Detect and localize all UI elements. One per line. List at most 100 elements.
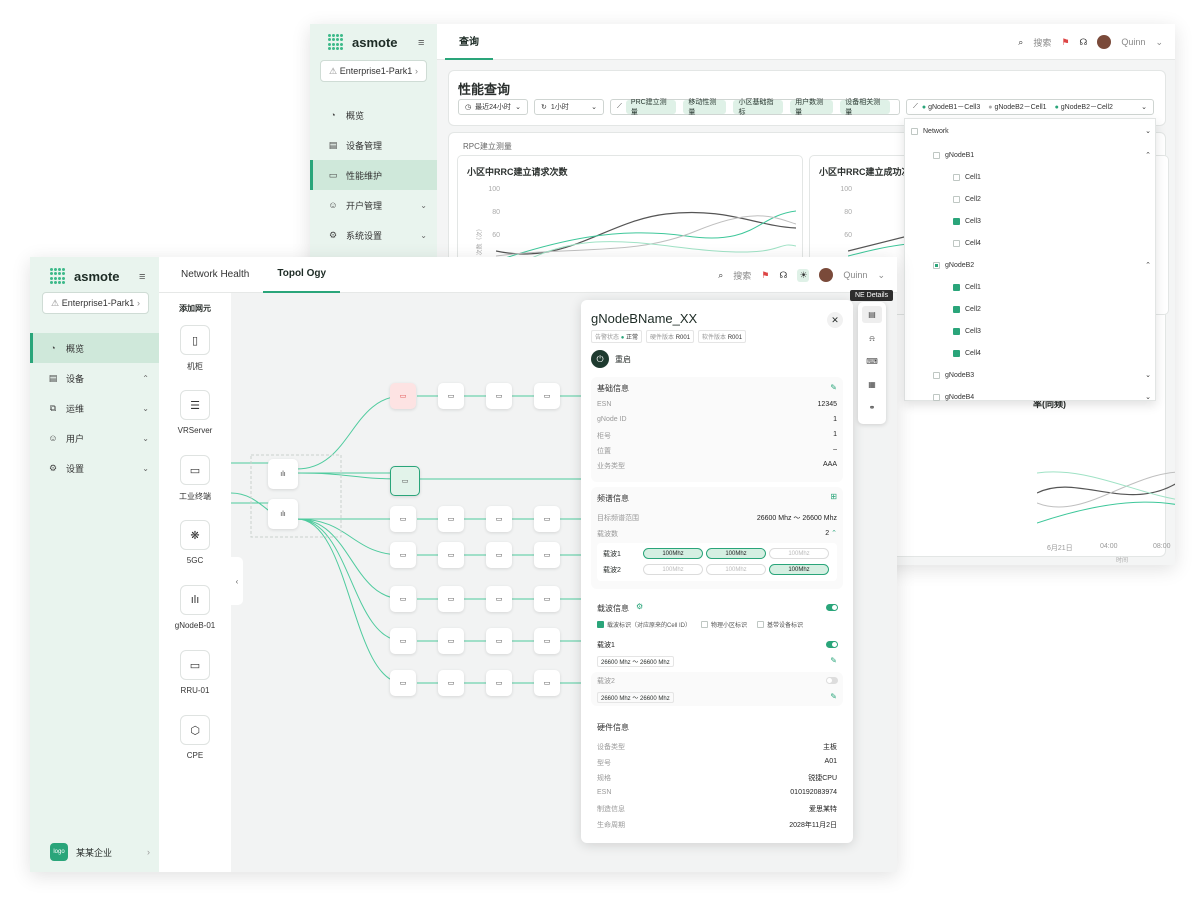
tree-cell[interactable]: Cell3 bbox=[953, 211, 981, 231]
tree-group[interactable]: gNodeB4 ⌄ bbox=[933, 387, 1151, 407]
rru-node[interactable]: ▭ bbox=[390, 383, 416, 409]
search-icon[interactable]: ⌕ bbox=[718, 270, 723, 281]
rru-node[interactable]: ▭ bbox=[390, 628, 416, 654]
restart-button[interactable]: ⏻ 重启 bbox=[591, 350, 631, 368]
gear-icon[interactable]: ⚙ bbox=[636, 602, 643, 611]
tree-cell[interactable]: Cell4 bbox=[953, 343, 981, 363]
bandwidth-pill[interactable]: 100Mhz bbox=[643, 548, 703, 559]
rru-node[interactable]: ▭ bbox=[390, 542, 416, 568]
tree-group[interactable]: gNodeB2 ⌃ bbox=[933, 255, 1151, 275]
chevron-down-icon[interactable]: ⌄ bbox=[877, 270, 885, 281]
tree-cell[interactable]: Cell1 bbox=[953, 167, 981, 187]
checkbox[interactable] bbox=[953, 239, 960, 247]
chart-icon[interactable]: ▦ bbox=[858, 373, 886, 396]
search-icon[interactable]: ⌕ bbox=[1018, 37, 1023, 48]
chevron-down-icon[interactable]: ⌄ bbox=[1145, 371, 1151, 379]
metric-select[interactable]: ⟋ PRC建立测量 移动性测量 小区基础指标 用户数测量 设备相关测量 bbox=[610, 99, 900, 116]
terminal-icon[interactable]: ⌨ bbox=[858, 350, 886, 373]
rru-node[interactable]: ▭ bbox=[390, 506, 416, 532]
tree-group[interactable]: gNodeB3 ⌄ bbox=[933, 365, 1151, 385]
alarm-icon[interactable]: ⚑ bbox=[761, 270, 769, 281]
checkbox[interactable] bbox=[757, 621, 765, 628]
rru-node[interactable]: ▭ bbox=[438, 670, 464, 696]
tree-cell[interactable]: Cell1 bbox=[953, 277, 981, 297]
rru-node[interactable]: ▭ bbox=[390, 586, 416, 612]
sidebar-item-1[interactable]: ▤ 设备 ⌃ bbox=[30, 363, 159, 393]
rru-node[interactable]: ▭ bbox=[438, 506, 464, 532]
topology-icon[interactable]: ⚭ bbox=[858, 396, 886, 419]
details-icon[interactable]: ▤ bbox=[862, 306, 882, 323]
tab-query[interactable]: 查询 bbox=[445, 24, 493, 60]
rru-node[interactable]: ▭ bbox=[486, 628, 512, 654]
tree-cell[interactable]: Cell3 bbox=[953, 321, 981, 341]
gnodeb-node[interactable]: ılı bbox=[268, 499, 298, 529]
bandwidth-pill[interactable]: 100Mhz bbox=[706, 548, 766, 559]
checkbox[interactable] bbox=[701, 621, 709, 628]
checkbox[interactable] bbox=[933, 393, 940, 401]
checkbox[interactable] bbox=[953, 305, 960, 313]
checkbox[interactable] bbox=[911, 127, 918, 135]
checkbox[interactable] bbox=[953, 327, 960, 335]
alarm-icon[interactable]: ⚑ bbox=[1061, 37, 1069, 48]
chevron-up-icon[interactable]: ⌃ bbox=[1145, 151, 1151, 159]
bandwidth-pill[interactable]: 100Mhz bbox=[706, 564, 766, 575]
rru-node[interactable]: ▭ bbox=[486, 542, 512, 568]
chevron-up-icon[interactable]: ⌃ bbox=[831, 530, 837, 537]
add-icon[interactable]: ⊞ bbox=[830, 492, 837, 501]
sidebar-item-1[interactable]: ▤ 设备管理 bbox=[310, 130, 437, 160]
time-range-select[interactable]: ◷ 最近24小时 ⌄ bbox=[458, 99, 528, 115]
checkbox[interactable] bbox=[597, 621, 604, 628]
checkbox[interactable] bbox=[933, 261, 940, 269]
sidebar-item-2[interactable]: ⧉ 运维 ⌄ bbox=[30, 393, 159, 423]
chevron-down-icon[interactable]: ⌄ bbox=[1155, 37, 1163, 48]
palette-item[interactable]: ▭ 工业终端 bbox=[159, 455, 231, 502]
search-label[interactable]: 搜索 bbox=[733, 269, 751, 282]
palette-item[interactable]: ▭ RRU-01 bbox=[159, 650, 231, 695]
avatar[interactable] bbox=[1097, 35, 1112, 49]
checkbox[interactable] bbox=[953, 217, 960, 225]
tenant-selector[interactable]: ⚠ Enterprise1-Park1 › bbox=[320, 60, 427, 82]
menu-collapse-icon[interactable]: ≡ bbox=[418, 37, 424, 49]
sidebar-item-2[interactable]: ▭ 性能维护 bbox=[310, 160, 437, 190]
rru-node[interactable]: ▭ bbox=[438, 542, 464, 568]
palette-item[interactable]: ❋ 5GC bbox=[159, 520, 231, 565]
edit-icon[interactable]: ✎ bbox=[830, 656, 837, 665]
rru-node[interactable]: ▭ bbox=[534, 383, 560, 409]
rru-node[interactable]: ▭ bbox=[534, 628, 560, 654]
cell-select[interactable]: ⟋ ● gNodeB1－Cell3 ● gNodeB2－Cell1 ● gNodeB2… bbox=[906, 99, 1154, 115]
avatar[interactable] bbox=[819, 268, 834, 282]
edit-icon[interactable]: ✎ bbox=[830, 692, 837, 701]
rru-node[interactable]: ▭ bbox=[534, 586, 560, 612]
headset-icon[interactable]: ☊ bbox=[1079, 37, 1087, 48]
cell-chip[interactable]: ● gNodeB2－Cell2 bbox=[1055, 102, 1113, 112]
sidebar-item-0[interactable]: ◔ 概览 bbox=[310, 100, 437, 130]
metric-chip[interactable]: 移动性测量 bbox=[683, 99, 727, 116]
rru-node[interactable]: ▭ bbox=[486, 586, 512, 612]
checkbox[interactable] bbox=[933, 151, 940, 159]
headset-icon[interactable]: ☊ bbox=[779, 270, 787, 281]
tree-cell[interactable]: Cell2 bbox=[953, 299, 981, 319]
rru-node[interactable]: ▭ bbox=[534, 670, 560, 696]
sidebar-item-4[interactable]: ⚙ 系统设置 ⌄ bbox=[310, 220, 437, 250]
carrier-option[interactable]: 载波标识（对应原来的Cell ID） bbox=[597, 620, 691, 629]
palette-item[interactable]: ▯ 机柜 bbox=[159, 325, 231, 372]
tree-root[interactable]: Network ⌄ bbox=[911, 121, 1151, 141]
chevron-up-icon[interactable]: ⌃ bbox=[1145, 261, 1151, 269]
tab-1[interactable]: Topol Ogy bbox=[263, 257, 341, 293]
rru-node[interactable]: ▭ bbox=[486, 506, 512, 532]
user-name[interactable]: Quinn bbox=[1121, 37, 1145, 47]
rru-node[interactable]: ▭ bbox=[486, 383, 512, 409]
carrier-info-toggle[interactable] bbox=[826, 604, 838, 611]
rru-node[interactable]: ▭ bbox=[390, 466, 420, 496]
carrier-option[interactable]: 物理小区标识 bbox=[701, 620, 747, 629]
carrier-toggle[interactable] bbox=[826, 677, 838, 684]
metric-chip[interactable]: 用户数测量 bbox=[790, 99, 834, 116]
cell-chip[interactable]: ● gNodeB2－Cell1 bbox=[988, 102, 1046, 112]
metric-chip[interactable]: 小区基础指标 bbox=[733, 99, 784, 116]
palette-item[interactable]: ☰ VRServer bbox=[159, 390, 231, 435]
close-icon[interactable]: ✕ bbox=[827, 312, 843, 328]
metric-chip[interactable]: PRC建立测量 bbox=[625, 99, 677, 116]
interval-select[interactable]: ↻ 1小时 ⌄ bbox=[534, 99, 604, 115]
checkbox[interactable] bbox=[953, 283, 960, 291]
rru-node[interactable]: ▭ bbox=[534, 542, 560, 568]
